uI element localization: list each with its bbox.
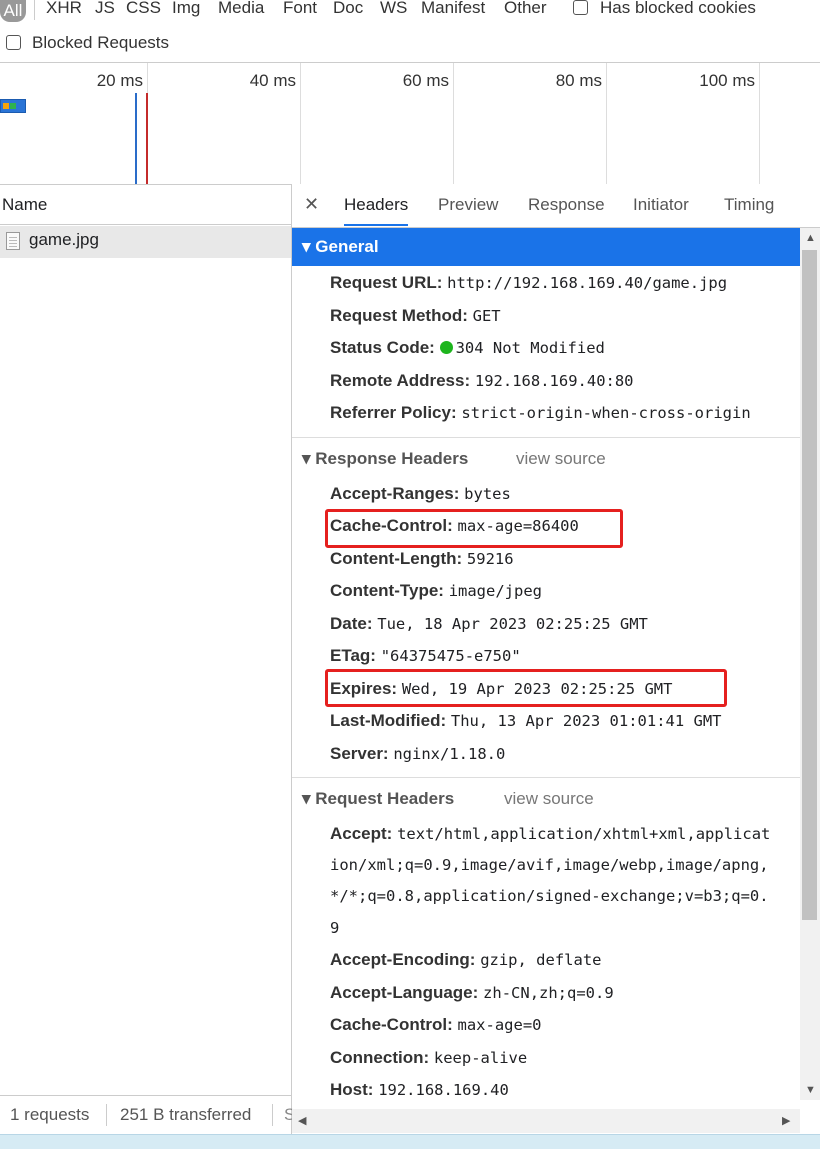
section-divider (292, 777, 800, 778)
header-row: Accept-Encoding: gzip, deflate (330, 950, 602, 969)
header-row-continued: */*;q=0.8,application/signed-exchange;v=… (330, 887, 769, 905)
header-row: Request Method: GET (330, 306, 501, 325)
filter-other[interactable]: Other (504, 0, 547, 18)
header-row: Remote Address: 192.168.169.40:80 (330, 371, 634, 390)
triangle-down-icon: ▾ (302, 237, 311, 256)
filter-img[interactable]: Img (172, 0, 200, 18)
window-bottom-edge (0, 1134, 820, 1149)
header-row: Status Code: 304 Not Modified (330, 338, 605, 357)
response-headers-toggle[interactable]: ▾ Response Headers (302, 449, 468, 469)
filter-media[interactable]: Media (218, 0, 264, 18)
load-event-marker (146, 93, 148, 184)
filter-ws[interactable]: WS (380, 0, 407, 18)
filter-bar: All XHR JS CSS Img Media Font Doc WS Man… (0, 0, 820, 24)
filter-xhr[interactable]: XHR (46, 0, 82, 18)
timeline-gridline (759, 63, 760, 184)
scroll-left-icon[interactable]: ◀ (298, 1114, 306, 1127)
timeline-tick-label: 80 ms (555, 71, 602, 90)
header-row: Connection: keep-alive (330, 1048, 528, 1067)
timeline-gridline (606, 63, 607, 184)
tab-preview[interactable]: Preview (438, 184, 498, 226)
filter-doc[interactable]: Doc (333, 0, 363, 18)
transferred-size: 251 B transferred (120, 1105, 252, 1124)
header-row: Accept-Language: zh-CN,zh;q=0.9 (330, 983, 614, 1002)
scroll-up-icon[interactable]: ▲ (805, 232, 816, 244)
filter-all[interactable]: All (0, 0, 26, 22)
dom-content-loaded-marker (135, 93, 137, 184)
blocked-requests-label: Blocked Requests (32, 33, 170, 52)
header-row: Last-Modified: Thu, 13 Apr 2023 01:01:41… (330, 711, 722, 730)
filter-separator (34, 0, 35, 20)
header-row: Date: Tue, 18 Apr 2023 02:25:25 GMT (330, 614, 648, 633)
response-view-source-link[interactable]: view source (516, 449, 606, 469)
request-headers-toggle[interactable]: ▾ Request Headers (302, 789, 454, 809)
tab-headers[interactable]: Headers (344, 184, 409, 226)
request-name: game.jpg (29, 230, 99, 249)
tab-response[interactable]: Response (528, 184, 605, 226)
request-details-panel: ✕ Headers Preview Response Initiator Tim… (292, 184, 820, 1148)
header-row: ETag: "64375475-e750" (330, 646, 521, 665)
horizontal-scrollbar[interactable]: ◀ ▶ (292, 1109, 800, 1133)
header-row-continued: ion/xml;q=0.9,image/avif,image/webp,imag… (330, 856, 769, 874)
request-count: 1 requests (10, 1105, 90, 1124)
status-bar: 1 requests 251 B transferred S (0, 1095, 295, 1136)
tab-timing[interactable]: Timing (724, 184, 774, 226)
header-row: Referrer Policy: strict-origin-when-cros… (330, 403, 751, 422)
close-icon[interactable]: ✕ (304, 184, 319, 224)
general-title: General (315, 237, 379, 256)
filter-js[interactable]: JS (95, 0, 115, 18)
blocked-requests-checkbox[interactable] (6, 35, 21, 50)
timeline-tick-label: 40 ms (249, 71, 296, 90)
header-row: Accept: text/html,application/xhtml+xml,… (330, 824, 771, 843)
header-row: Content-Length: 59216 (330, 549, 514, 568)
tab-initiator[interactable]: Initiator (633, 184, 689, 226)
timeline-gridline (300, 63, 301, 184)
header-row: Server: nginx/1.18.0 (330, 744, 506, 763)
request-list-panel: Name game.jpg 1 requests 251 B transferr… (0, 184, 295, 1148)
request-waterfall-bar (0, 99, 26, 113)
timeline-overview[interactable]: 20 ms 40 ms 60 ms 80 ms 100 ms (0, 62, 820, 185)
timeline-tick-label: 100 ms (699, 71, 755, 90)
header-row: Host: 192.168.169.40 (330, 1080, 509, 1099)
name-column-header[interactable]: Name (0, 184, 291, 225)
timeline-tick-label: 20 ms (96, 71, 143, 90)
header-row-continued: 9 (330, 919, 340, 937)
filter-manifest[interactable]: Manifest (421, 0, 485, 18)
header-row: Request URL: http://192.168.169.40/game.… (330, 273, 728, 292)
section-divider (292, 437, 800, 438)
details-tabbar: ✕ Headers Preview Response Initiator Tim… (292, 184, 820, 228)
header-row: Accept-Ranges: bytes (330, 484, 511, 503)
scroll-right-icon[interactable]: ▶ (782, 1114, 790, 1127)
has-blocked-cookies-checkbox[interactable] (573, 0, 588, 15)
header-row: Cache-Control: max-age=0 (330, 1015, 542, 1034)
timeline-tick-label: 60 ms (402, 71, 449, 90)
timeline-gridline (453, 63, 454, 184)
document-icon (6, 232, 20, 250)
filter-css[interactable]: CSS (126, 0, 161, 18)
request-row[interactable]: game.jpg (0, 226, 291, 258)
status-ok-icon (439, 341, 453, 354)
general-section-header[interactable]: ▾ General (292, 228, 800, 266)
has-blocked-cookies-label: Has blocked cookies (600, 0, 756, 17)
request-view-source-link[interactable]: view source (504, 789, 594, 809)
vertical-scrollbar[interactable]: ▲ ▼ (800, 228, 820, 1100)
scrollbar-thumb[interactable] (802, 250, 817, 920)
scroll-down-icon[interactable]: ▼ (805, 1084, 816, 1096)
highlight-box-expires (325, 669, 727, 707)
filter-font[interactable]: Font (283, 0, 317, 18)
status-divider (106, 1104, 107, 1126)
status-divider (272, 1104, 273, 1126)
header-row: Content-Type: image/jpeg (330, 581, 543, 600)
highlight-box-cache-control (325, 509, 623, 548)
